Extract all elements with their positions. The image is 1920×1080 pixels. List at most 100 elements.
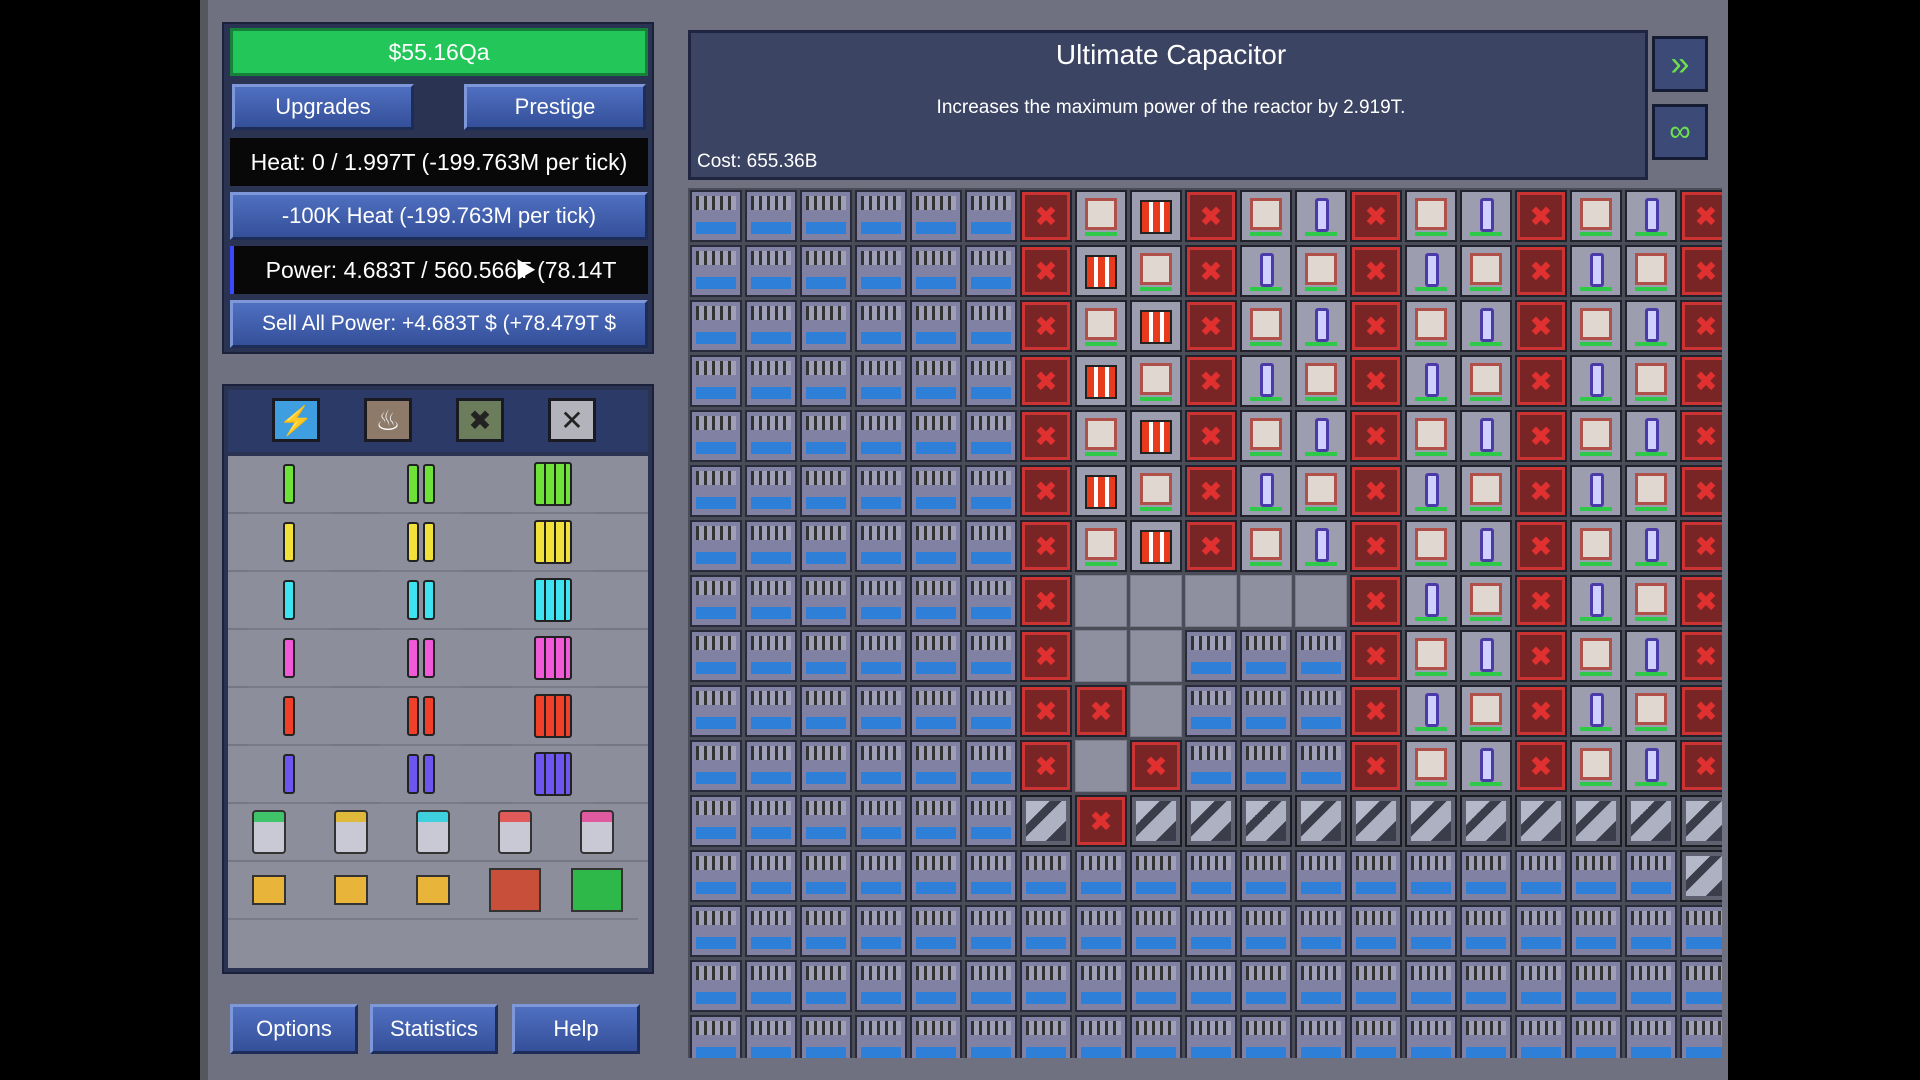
heat-vent-tile[interactable] (965, 1015, 1017, 1058)
heat-vent-tile[interactable] (965, 740, 1017, 792)
heat-exchanger-tile[interactable] (1680, 630, 1722, 682)
heat-vent-tile[interactable] (800, 905, 852, 957)
heat-vent-tile[interactable] (910, 575, 962, 627)
heat-vent-tile[interactable] (1405, 1015, 1457, 1058)
heat-vent-tile[interactable] (910, 1015, 962, 1058)
heat-vent-tile[interactable] (800, 850, 852, 902)
heat-vent-tile[interactable] (1625, 905, 1677, 957)
fuel-rod-tile[interactable] (1075, 355, 1127, 407)
heat-vent-tile[interactable] (910, 300, 962, 352)
coolant-cell-tile[interactable] (1570, 630, 1622, 682)
heat-vent-tile[interactable] (910, 190, 962, 242)
fuel-rod-1x-icon[interactable] (248, 456, 330, 514)
heat-vent-tile[interactable] (965, 465, 1017, 517)
infinity-icon[interactable]: ∞ (1652, 104, 1708, 160)
heat-exchanger-tile[interactable] (1020, 685, 1072, 737)
heat-vent-tile[interactable] (1460, 850, 1512, 902)
heat-vent-tile[interactable] (910, 960, 962, 1012)
heat-vent-tile[interactable] (1185, 685, 1237, 737)
upgrades-button[interactable]: Upgrades (232, 84, 414, 130)
power-tab-icon[interactable]: ⚡ (272, 398, 320, 442)
reactor-plate-tile[interactable] (1405, 795, 1457, 847)
reactor-plate-tile[interactable] (1570, 795, 1622, 847)
coolant-cell-tile[interactable] (1625, 465, 1677, 517)
heat-vent-tile[interactable] (745, 850, 797, 902)
heat-vent-tile[interactable] (1405, 960, 1457, 1012)
heat-exchanger-tile[interactable] (1350, 300, 1402, 352)
sell-power-button[interactable]: Sell All Power: +4.683T $ (+78.479T $ (230, 300, 648, 348)
heat-vent-tile[interactable] (965, 245, 1017, 297)
empty-slot-tile[interactable] (1295, 575, 1347, 627)
heat-vent-tile[interactable] (690, 685, 742, 737)
heat-vent-tile[interactable] (910, 740, 962, 792)
heat-vent-tile[interactable] (1460, 905, 1512, 957)
capacitor-lamp-tile[interactable] (1460, 740, 1512, 792)
vent-icon[interactable] (310, 804, 392, 862)
heat-vent-tile[interactable] (910, 245, 962, 297)
empty-slot-tile[interactable] (1075, 740, 1127, 792)
heat-vent-tile[interactable] (745, 575, 797, 627)
heat-exchanger-tile[interactable] (1130, 740, 1182, 792)
fuel-rod-tile[interactable] (1130, 520, 1182, 572)
heat-vent-tile[interactable] (745, 355, 797, 407)
capacitor-lamp-tile[interactable] (1625, 740, 1677, 792)
heat-vent-tile[interactable] (1130, 960, 1182, 1012)
heat-exchanger-tile[interactable] (1075, 795, 1127, 847)
heat-vent-tile[interactable] (745, 960, 797, 1012)
heat-vent-tile[interactable] (965, 575, 1017, 627)
heat-vent-tile[interactable] (690, 355, 742, 407)
heat-vent-tile[interactable] (690, 520, 742, 572)
heat-vent-tile[interactable] (1515, 850, 1567, 902)
fuel-rod-2x-icon[interactable] (380, 514, 462, 572)
heat-exchanger-tile[interactable] (1515, 355, 1567, 407)
heat-vent-tile[interactable] (800, 300, 852, 352)
reactor-plate-tile[interactable] (1020, 795, 1072, 847)
fuel-rod-tile[interactable] (1130, 300, 1182, 352)
heat-vent-tile[interactable] (1130, 905, 1182, 957)
coolant-cell-tile[interactable] (1625, 245, 1677, 297)
heat-vent-tile[interactable] (1350, 1015, 1402, 1058)
heat-exchanger-tile[interactable] (1350, 355, 1402, 407)
heat-vent-tile[interactable] (855, 520, 907, 572)
heat-vent-tile[interactable] (910, 355, 962, 407)
heat-exchanger-tile[interactable] (1515, 465, 1567, 517)
coolant-cell-tile[interactable] (1460, 245, 1512, 297)
heat-exchanger-tile[interactable] (1515, 410, 1567, 462)
heat-vent-tile[interactable] (910, 465, 962, 517)
heat-exchanger-tile[interactable] (1185, 465, 1237, 517)
heat-exchanger-tile[interactable] (1680, 520, 1722, 572)
coolant-cell-tile[interactable] (1570, 520, 1622, 572)
heat-vent-tile[interactable] (800, 190, 852, 242)
heat-exchanger-tile[interactable] (1350, 630, 1402, 682)
capacitor-lamp-tile[interactable] (1460, 630, 1512, 682)
empty-slot-tile[interactable] (1075, 575, 1127, 627)
heat-vent-tile[interactable] (1240, 630, 1292, 682)
coolant-cell-tile[interactable] (1405, 410, 1457, 462)
capacitor-icon[interactable] (310, 862, 392, 920)
heat-exchanger-tile[interactable] (1020, 410, 1072, 462)
capacitor-lamp-tile[interactable] (1240, 465, 1292, 517)
heat-vent-tile[interactable] (965, 520, 1017, 572)
heat-vent-tile[interactable] (1185, 905, 1237, 957)
coolant-cell-tile[interactable] (1405, 520, 1457, 572)
heat-vent-tile[interactable] (745, 245, 797, 297)
heat-exchanger-tile[interactable] (1350, 520, 1402, 572)
fuel-rod-2x-icon[interactable] (380, 688, 462, 746)
reactor-plate-tile[interactable] (1515, 795, 1567, 847)
heat-vent-tile[interactable] (1570, 1015, 1622, 1058)
fuel-rod-tile[interactable] (1130, 190, 1182, 242)
capacitor-icon[interactable] (228, 862, 310, 920)
heat-vent-tile[interactable] (910, 410, 962, 462)
heat-vent-tile[interactable] (1295, 1015, 1347, 1058)
heat-vent-tile[interactable] (1130, 1015, 1182, 1058)
heat-vent-tile[interactable] (965, 630, 1017, 682)
vent-icon[interactable] (556, 804, 638, 862)
vent-icon[interactable] (474, 804, 556, 862)
heat-exchanger-tile[interactable] (1020, 300, 1072, 352)
heat-exchanger-tile[interactable] (1350, 190, 1402, 242)
fuel-rod-4x-icon[interactable] (512, 630, 594, 688)
heat-vent-tile[interactable] (1240, 850, 1292, 902)
heat-vent-tile[interactable] (1515, 1015, 1567, 1058)
heat-exchanger-tile[interactable] (1515, 575, 1567, 627)
heat-vent-tile[interactable] (690, 410, 742, 462)
